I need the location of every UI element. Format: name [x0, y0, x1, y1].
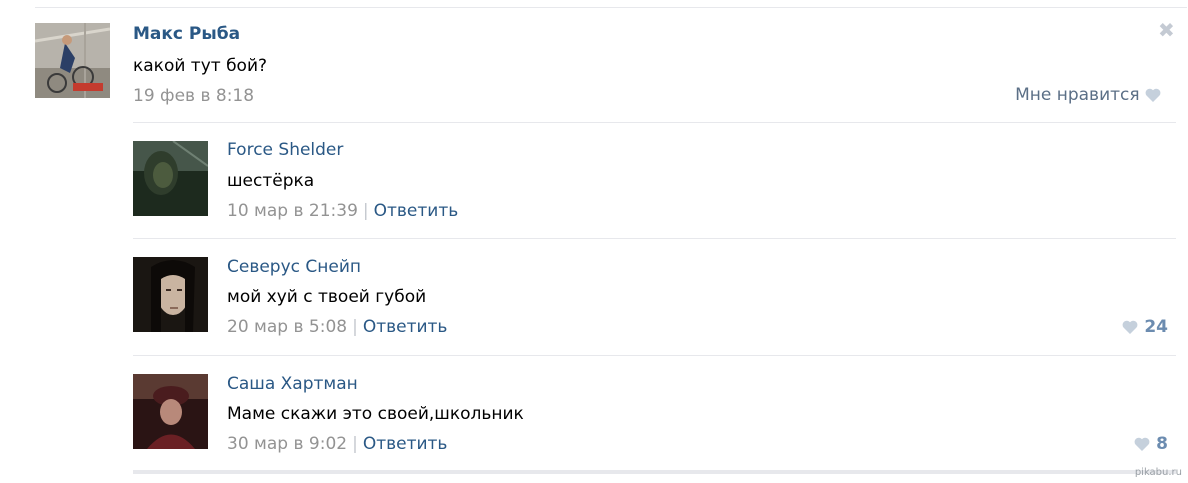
- top-divider: [35, 7, 1187, 8]
- like-count: 8: [1156, 434, 1168, 454]
- comment-author[interactable]: Force Shelder: [227, 140, 343, 160]
- comment-text: шестёрка: [227, 171, 315, 191]
- heart-icon: [1145, 88, 1161, 102]
- divider: [133, 355, 1176, 356]
- meta-separator: |: [352, 317, 358, 337]
- comment-text: Маме скажи это своей,школьник: [227, 404, 524, 424]
- comment-text: мой хуй с твоей губой: [227, 287, 427, 307]
- watermark: pikabu.ru: [1134, 467, 1182, 478]
- comment-avatar[interactable]: [133, 257, 208, 332]
- comment-date[interactable]: 30 мар в 9:02: [227, 434, 347, 454]
- comment-meta: 10 мар в 21:39 | Ответить: [227, 201, 458, 221]
- divider: [133, 238, 1176, 239]
- heart-icon: [1122, 320, 1138, 334]
- post-author-avatar[interactable]: [35, 23, 110, 98]
- meta-separator: |: [362, 201, 369, 221]
- post-text: какой тут бой?: [133, 56, 268, 76]
- close-icon[interactable]: ✖: [1158, 20, 1175, 40]
- reply-button[interactable]: Ответить: [363, 317, 448, 337]
- reply-button[interactable]: Ответить: [363, 434, 448, 454]
- comment-avatar[interactable]: [133, 141, 208, 216]
- like-button[interactable]: Мне нравится: [1015, 85, 1161, 105]
- like-count: 24: [1144, 317, 1168, 337]
- like-label: Мне нравится: [1015, 85, 1140, 105]
- comment-date[interactable]: 20 мар в 5:08: [227, 317, 347, 337]
- reply-button[interactable]: Ответить: [374, 201, 459, 221]
- comment-like-button[interactable]: 24: [1122, 317, 1168, 337]
- post-author[interactable]: Макс Рыба: [133, 24, 240, 44]
- comment-avatar[interactable]: [133, 374, 208, 449]
- comments-bottom-bar: [133, 470, 1176, 474]
- comment-meta: 20 мар в 5:08 | Ответить: [227, 317, 447, 337]
- comment-author[interactable]: Северус Снейп: [227, 257, 361, 277]
- comment-meta: 30 мар в 9:02 | Ответить: [227, 434, 447, 454]
- post-date[interactable]: 19 фев в 8:18: [133, 86, 254, 106]
- divider: [133, 122, 1176, 123]
- meta-separator: |: [352, 434, 358, 454]
- heart-icon: [1134, 437, 1150, 451]
- comment-like-button[interactable]: 8: [1134, 434, 1168, 454]
- comment-author[interactable]: Саша Хартман: [227, 374, 358, 394]
- comment-date[interactable]: 10 мар в 21:39: [227, 201, 358, 221]
